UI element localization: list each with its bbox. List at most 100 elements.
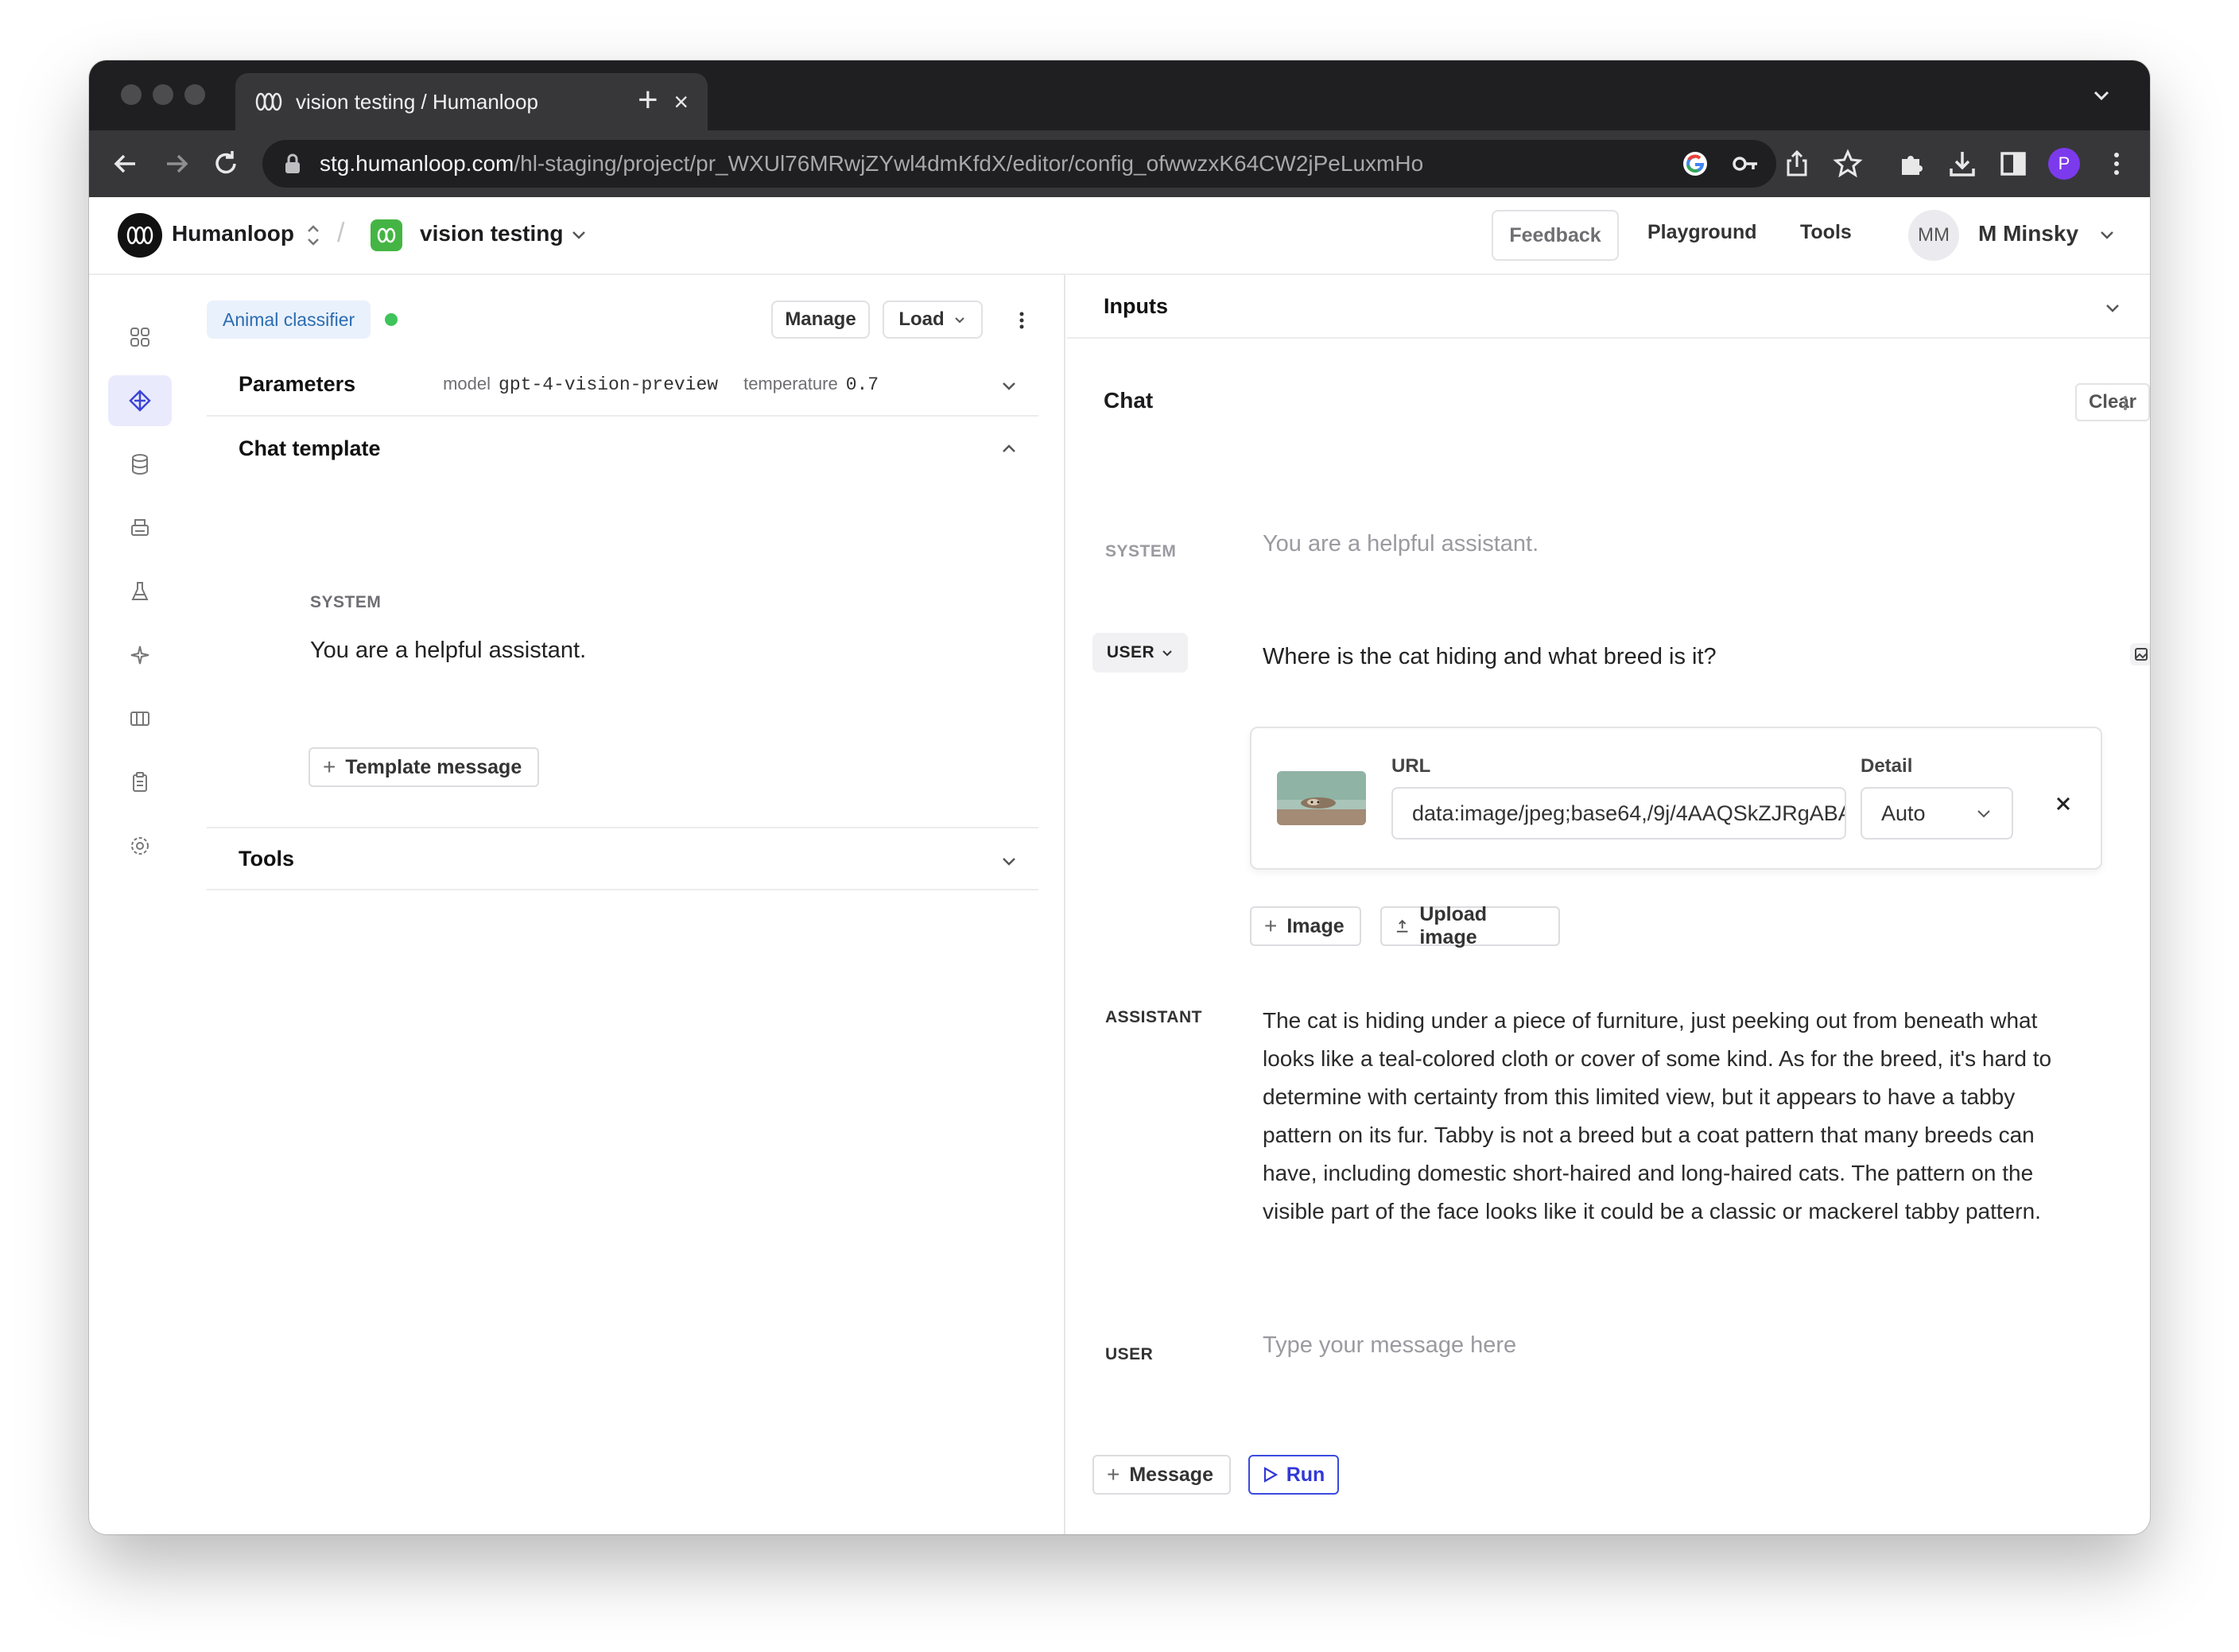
user-role-dropdown[interactable]: USER bbox=[1092, 633, 1188, 673]
config-more-kebab-icon[interactable] bbox=[1010, 308, 1034, 332]
left-nav-rail bbox=[89, 275, 178, 1534]
image-url-input[interactable]: data:image/jpeg;base64,/9j/4AAQSkZJRgABA… bbox=[1391, 787, 1846, 840]
rail-item-settings[interactable] bbox=[108, 820, 172, 871]
project-icon bbox=[371, 219, 402, 251]
chat-template-section-header[interactable]: Chat template bbox=[207, 417, 1038, 480]
assistant-message-text[interactable]: The cat is hiding under a piece of furni… bbox=[1263, 1002, 2090, 1231]
add-message-button[interactable]: + Message bbox=[1092, 1455, 1231, 1495]
project-chevron-down-icon[interactable] bbox=[569, 226, 588, 245]
minimize-window-button[interactable] bbox=[153, 84, 173, 105]
parameters-chevron-down-icon[interactable] bbox=[999, 375, 1019, 396]
close-tab-icon[interactable]: × bbox=[673, 89, 689, 114]
template-system-message[interactable]: You are a helpful assistant. bbox=[310, 638, 586, 664]
reload-icon[interactable] bbox=[210, 148, 242, 180]
inputs-title: Inputs bbox=[1104, 293, 1168, 318]
parameters-title: Parameters bbox=[239, 371, 356, 396]
upload-image-button[interactable]: Upload image bbox=[1380, 903, 1560, 948]
model-label: model bbox=[443, 373, 491, 394]
system-role-label: SYSTEM bbox=[1105, 542, 1177, 560]
browser-menu-kebab-icon[interactable] bbox=[2101, 148, 2132, 180]
rail-item-dashboard[interactable] bbox=[108, 312, 172, 363]
clear-button[interactable]: Clear bbox=[2075, 383, 2150, 421]
project-name[interactable]: vision testing bbox=[420, 221, 563, 246]
profile-avatar[interactable]: P bbox=[2048, 148, 2080, 180]
org-switcher-icon[interactable] bbox=[304, 221, 323, 250]
add-template-message-button[interactable]: + Template message bbox=[308, 747, 539, 787]
parameters-summary: model gpt-4-vision-preview temperature 0… bbox=[443, 374, 879, 395]
browser-tab[interactable]: vision testing / Humanloop × bbox=[235, 73, 708, 130]
clipboard-icon bbox=[133, 772, 147, 792]
maximize-window-button[interactable] bbox=[184, 84, 205, 105]
manage-button[interactable]: Manage bbox=[771, 301, 870, 339]
temperature-value: 0.7 bbox=[845, 374, 879, 395]
extensions-puzzle-icon[interactable] bbox=[1896, 148, 1927, 180]
rail-item-editor[interactable] bbox=[108, 375, 172, 426]
user-name[interactable]: M Minsky bbox=[1978, 221, 2078, 246]
parameters-section-header[interactable]: Parameters model gpt-4-vision-preview te… bbox=[207, 353, 1038, 417]
sidepanel-icon[interactable] bbox=[1997, 148, 2029, 180]
inputs-section-header[interactable]: Inputs bbox=[1067, 275, 2150, 339]
inputs-chevron-down-icon[interactable] bbox=[2102, 297, 2123, 318]
google-icon[interactable] bbox=[1679, 148, 1711, 180]
tab-search-chevron-icon[interactable] bbox=[2091, 86, 2112, 105]
prompt-icon bbox=[129, 390, 151, 412]
plus-icon: + bbox=[1107, 1462, 1120, 1487]
download-icon[interactable] bbox=[1946, 148, 1978, 180]
close-window-button[interactable] bbox=[121, 84, 142, 105]
humanloop-logo-icon[interactable] bbox=[118, 213, 162, 258]
image-attachment-card: URL data:image/jpeg;base64,/9j/4AAQSkZJR… bbox=[1250, 727, 2102, 870]
rail-item-data[interactable] bbox=[108, 439, 172, 490]
new-user-message-input[interactable]: Type your message here bbox=[1263, 1332, 1516, 1359]
flask-icon bbox=[131, 582, 149, 600]
plus-icon: + bbox=[1264, 913, 1278, 938]
new-tab-icon[interactable]: + bbox=[638, 83, 658, 118]
chat-panel: Inputs Chat Clear SYSTEM You are a helpf… bbox=[1067, 275, 2150, 1534]
share-icon[interactable] bbox=[1781, 148, 1813, 180]
add-image-icon[interactable] bbox=[2128, 641, 2150, 668]
rail-item-reports[interactable] bbox=[108, 757, 172, 808]
model-value: gpt-4-vision-preview bbox=[499, 374, 719, 395]
rail-item-evaluations[interactable] bbox=[108, 566, 172, 617]
load-button[interactable]: Load bbox=[883, 301, 983, 339]
rail-item-compare[interactable] bbox=[108, 693, 172, 744]
upload-icon bbox=[1396, 919, 1408, 933]
assistant-role-label: ASSISTANT bbox=[1105, 1008, 1202, 1026]
tab-title: vision testing / Humanloop bbox=[296, 89, 538, 114]
chat-template-chevron-up-icon[interactable] bbox=[999, 439, 1019, 460]
detail-label: Detail bbox=[1861, 755, 1913, 777]
run-label: Run bbox=[1286, 1463, 1325, 1486]
tools-chevron-down-icon[interactable] bbox=[999, 851, 1019, 871]
url-host: stg.humanloop.com bbox=[320, 151, 514, 176]
template-system-role-label: SYSTEM bbox=[310, 593, 382, 611]
forward-arrow-icon[interactable] bbox=[161, 148, 192, 180]
user-avatar[interactable]: MM bbox=[1908, 210, 1959, 261]
tools-section-header[interactable]: Tools bbox=[207, 827, 1038, 890]
detail-select[interactable]: Auto bbox=[1861, 787, 2013, 840]
back-arrow-icon[interactable] bbox=[110, 148, 142, 180]
org-name[interactable]: Humanloop bbox=[172, 221, 294, 246]
plus-icon: + bbox=[323, 754, 336, 779]
tools-title: Tools bbox=[239, 846, 294, 871]
rail-item-logs[interactable] bbox=[108, 502, 172, 553]
playground-link[interactable]: Playground bbox=[1647, 221, 1757, 244]
lock-icon bbox=[285, 153, 300, 173]
user-menu-chevron-down-icon[interactable] bbox=[2097, 226, 2117, 245]
system-message-text: You are a helpful assistant. bbox=[1263, 531, 1539, 556]
user-message-text[interactable]: Where is the cat hiding and what breed i… bbox=[1263, 644, 1717, 670]
address-bar[interactable]: stg.humanloop.com/hl-staging/project/pr_… bbox=[262, 140, 1776, 188]
browser-toolbar: stg.humanloop.com/hl-staging/project/pr_… bbox=[89, 130, 2150, 197]
bookmark-star-icon[interactable] bbox=[1832, 148, 1864, 180]
tools-link[interactable]: Tools bbox=[1800, 221, 1852, 244]
add-image-button[interactable]: + Image bbox=[1250, 906, 1361, 946]
remove-image-close-icon[interactable] bbox=[2051, 792, 2075, 816]
feedback-button[interactable]: Feedback bbox=[1492, 210, 1619, 261]
key-icon[interactable] bbox=[1730, 148, 1762, 180]
chat-more-kebab-icon[interactable] bbox=[2113, 391, 2137, 415]
rail-item-finetune[interactable] bbox=[108, 630, 172, 681]
columns-icon bbox=[130, 712, 149, 726]
config-name-badge[interactable]: Animal classifier bbox=[207, 301, 371, 339]
new-user-role-label: USER bbox=[1105, 1345, 1154, 1363]
add-image-label: Image bbox=[1286, 914, 1345, 937]
run-button[interactable]: Run bbox=[1248, 1455, 1339, 1495]
temperature-label: temperature bbox=[743, 373, 838, 394]
